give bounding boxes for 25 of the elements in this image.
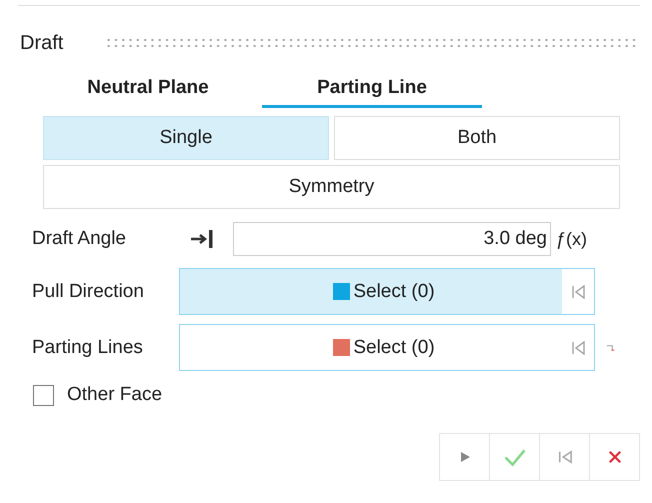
field-label: Pull Direction [32,280,145,302]
hook-icon [606,343,614,352]
reset-button[interactable] [539,433,590,481]
reset-icon[interactable] [571,284,585,298]
reset-icon [558,450,572,464]
selection-field[interactable]: Select (0) [179,324,595,371]
selection-field[interactable]: Select (0) [179,268,595,315]
field-label: Draft Angle [32,228,127,250]
checkbox[interactable] [33,384,54,406]
preview-button[interactable] [439,433,490,481]
field-label: Parting Lines [32,336,144,358]
tab[interactable]: Parting Line [262,73,482,108]
check-icon [502,448,526,466]
ok-button[interactable] [489,433,540,481]
angle-input[interactable]: 3.0 deg [233,222,551,256]
tab[interactable]: Neutral Plane [38,73,258,108]
mode-button[interactable]: Symmetry [43,165,620,209]
panel-title: Draft [20,32,64,54]
mode-button[interactable]: Both [334,116,620,160]
checkbox-label: Other Face [67,384,162,406]
function-button[interactable]: ƒ(x) [556,228,587,250]
close-icon [608,450,622,464]
reset-icon[interactable] [571,340,585,354]
cancel-button[interactable] [589,433,640,481]
mode-button[interactable]: Single [43,116,329,160]
